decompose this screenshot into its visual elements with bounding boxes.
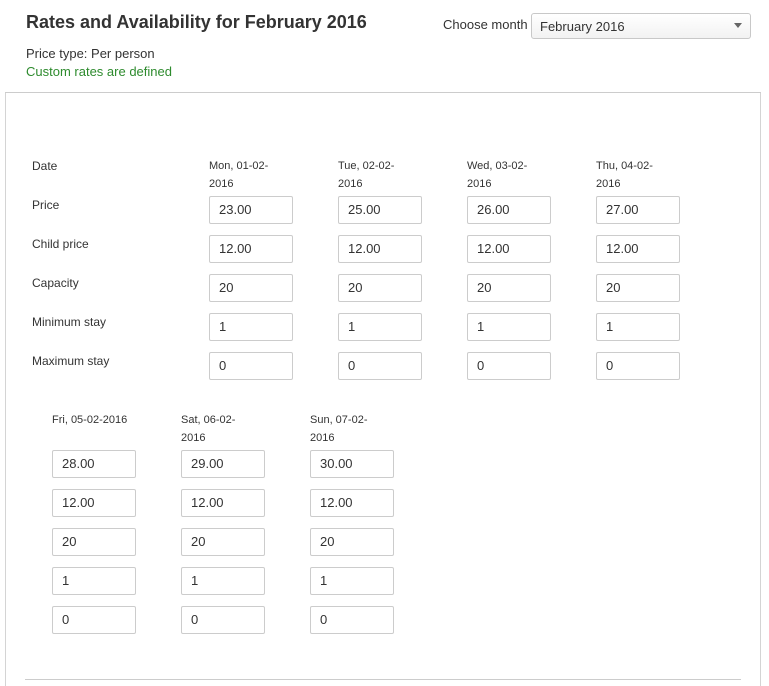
chevron-down-icon bbox=[734, 23, 742, 28]
day-header-fri: Fri, 05-02-2016 bbox=[52, 411, 162, 429]
max-stay-input-sun[interactable]: 0 bbox=[310, 606, 394, 634]
max-stay-input-tue[interactable]: 0 bbox=[338, 352, 422, 380]
min-stay-input-tue[interactable]: 1 bbox=[338, 313, 422, 341]
day-year-line: 2016 bbox=[310, 432, 335, 444]
capacity-label: Capacity bbox=[32, 276, 79, 290]
min-stay-input-fri[interactable]: 1 bbox=[52, 567, 136, 595]
minimum-stay-label: Minimum stay bbox=[32, 315, 107, 329]
date-label: Date bbox=[32, 159, 58, 173]
month-select-value: February 2016 bbox=[540, 19, 625, 34]
min-stay-input-wed[interactable]: 1 bbox=[467, 313, 551, 341]
max-stay-input-mon[interactable]: 0 bbox=[209, 352, 293, 380]
child-price-input-sun[interactable]: 12.00 bbox=[310, 489, 394, 517]
header: Rates and Availability for February 2016… bbox=[5, 0, 761, 93]
max-stay-input-wed[interactable]: 0 bbox=[467, 352, 551, 380]
choose-month-label: Choose month bbox=[443, 17, 528, 32]
maximum-stay-label: Maximum stay bbox=[32, 354, 110, 368]
day-date-line: Fri, 05-02-2016 bbox=[52, 414, 128, 426]
price-input-thu[interactable]: 27.00 bbox=[596, 196, 680, 224]
price-input-sun[interactable]: 30.00 bbox=[310, 450, 394, 478]
page-title: Rates and Availability for February 2016 bbox=[26, 12, 367, 32]
day-header-mon: Mon, 01-02- 2016 bbox=[209, 157, 289, 193]
capacity-input-mon[interactable]: 20 bbox=[209, 274, 293, 302]
day-header-thu: Thu, 04-02- 2016 bbox=[596, 157, 676, 193]
child-price-input-wed[interactable]: 12.00 bbox=[467, 235, 551, 263]
capacity-input-thu[interactable]: 20 bbox=[596, 274, 680, 302]
day-header-wed: Wed, 03-02- 2016 bbox=[467, 157, 547, 193]
max-stay-input-sat[interactable]: 0 bbox=[181, 606, 265, 634]
max-stay-input-thu[interactable]: 0 bbox=[596, 352, 680, 380]
price-input-wed[interactable]: 26.00 bbox=[467, 196, 551, 224]
month-select[interactable]: February 2016 bbox=[531, 13, 751, 39]
min-stay-input-mon[interactable]: 1 bbox=[209, 313, 293, 341]
min-stay-input-thu[interactable]: 1 bbox=[596, 313, 680, 341]
day-header-tue: Tue, 02-02- 2016 bbox=[338, 157, 418, 193]
day-date-line: Mon, 01-02- bbox=[209, 160, 269, 172]
price-label: Price bbox=[32, 198, 60, 212]
child-price-label: Child price bbox=[32, 237, 89, 251]
price-input-tue[interactable]: 25.00 bbox=[338, 196, 422, 224]
price-input-sat[interactable]: 29.00 bbox=[181, 450, 265, 478]
capacity-input-wed[interactable]: 20 bbox=[467, 274, 551, 302]
capacity-input-fri[interactable]: 20 bbox=[52, 528, 136, 556]
custom-rates-notice: Custom rates are defined bbox=[26, 64, 172, 79]
max-stay-input-fri[interactable]: 0 bbox=[52, 606, 136, 634]
bottom-divider bbox=[25, 679, 741, 680]
capacity-input-sat[interactable]: 20 bbox=[181, 528, 265, 556]
day-year-line: 2016 bbox=[596, 178, 621, 190]
day-date-line: Tue, 02-02- bbox=[338, 160, 395, 172]
min-stay-input-sat[interactable]: 1 bbox=[181, 567, 265, 595]
day-year-line: 2016 bbox=[338, 178, 363, 190]
day-header-sat: Sat, 06-02- 2016 bbox=[181, 411, 261, 447]
child-price-input-fri[interactable]: 12.00 bbox=[52, 489, 136, 517]
price-input-fri[interactable]: 28.00 bbox=[52, 450, 136, 478]
child-price-input-sat[interactable]: 12.00 bbox=[181, 489, 265, 517]
day-year-line: 2016 bbox=[181, 432, 206, 444]
day-date-line: Sat, 06-02- bbox=[181, 414, 236, 426]
min-stay-input-sun[interactable]: 1 bbox=[310, 567, 394, 595]
day-year-line: 2016 bbox=[209, 178, 234, 190]
child-price-input-mon[interactable]: 12.00 bbox=[209, 235, 293, 263]
day-date-line: Sun, 07-02- bbox=[310, 414, 368, 426]
capacity-input-sun[interactable]: 20 bbox=[310, 528, 394, 556]
day-header-sun: Sun, 07-02- 2016 bbox=[310, 411, 390, 447]
day-date-line: Wed, 03-02- bbox=[467, 160, 528, 172]
day-date-line: Thu, 04-02- bbox=[596, 160, 653, 172]
rates-page: Rates and Availability for February 2016… bbox=[0, 0, 769, 686]
price-type-text: Price type: Per person bbox=[26, 46, 155, 61]
price-input-mon[interactable]: 23.00 bbox=[209, 196, 293, 224]
child-price-input-thu[interactable]: 12.00 bbox=[596, 235, 680, 263]
child-price-input-tue[interactable]: 12.00 bbox=[338, 235, 422, 263]
capacity-input-tue[interactable]: 20 bbox=[338, 274, 422, 302]
day-year-line: 2016 bbox=[467, 178, 492, 190]
